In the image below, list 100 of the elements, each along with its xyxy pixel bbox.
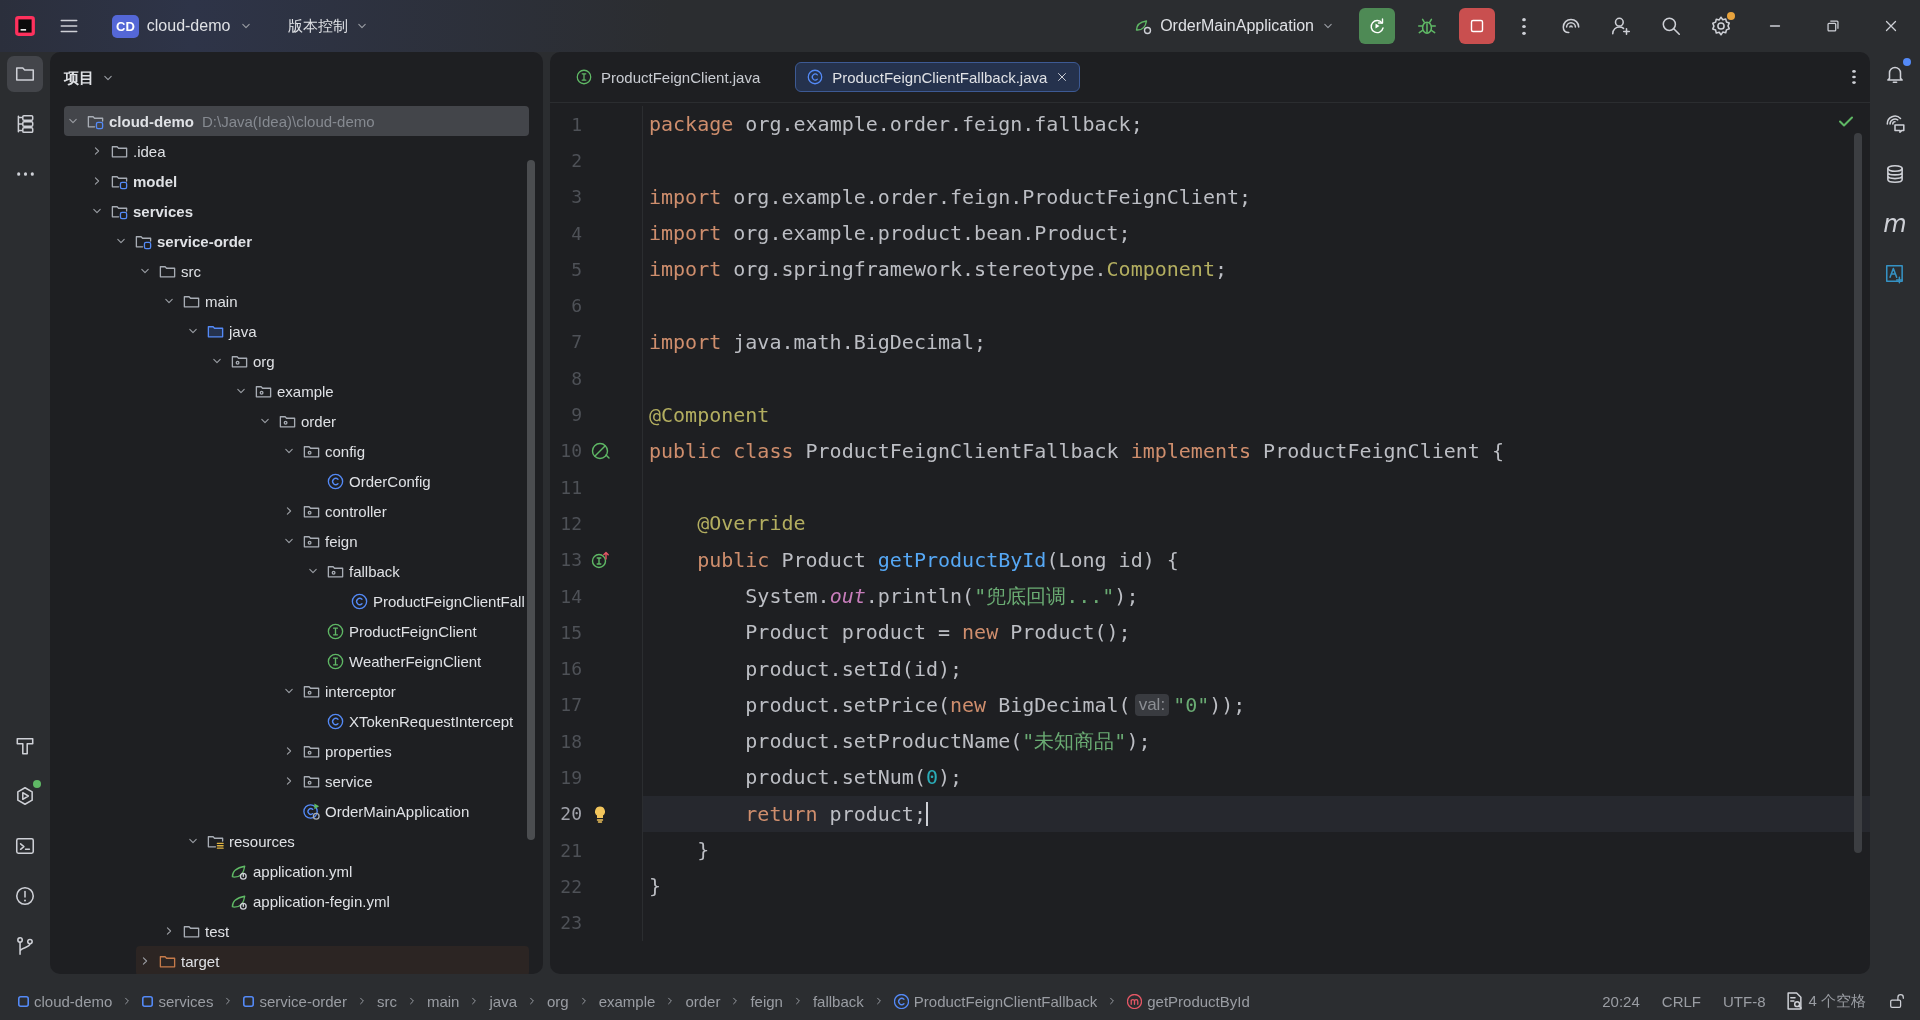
file-encoding[interactable]: UTF-8: [1723, 992, 1766, 1010]
ai-chat-icon[interactable]: [1884, 113, 1906, 135]
tree-item[interactable]: controller: [280, 496, 529, 526]
breadcrumb[interactable]: ProductFeignClientFallback: [893, 992, 1098, 1010]
tree-item[interactable]: main: [160, 286, 529, 316]
code-line: @Override: [696, 511, 806, 536]
caret-position[interactable]: 20:24: [1602, 992, 1640, 1010]
tree-item[interactable]: ProductFeignClientFall: [328, 586, 529, 616]
stop-button[interactable]: [1459, 8, 1495, 44]
breadcrumb[interactable]: main: [426, 992, 460, 1010]
tree-item[interactable]: .idea: [88, 136, 529, 166]
code-line: import org.springframework.stereotype.Component;: [649, 257, 1227, 282]
database-icon[interactable]: [1884, 163, 1906, 185]
hammer-icon: [14, 735, 36, 757]
tree-item[interactable]: cloud-demo D:\Java(Idea)\cloud-demo: [64, 106, 529, 136]
tree-item[interactable]: order: [256, 406, 529, 436]
app-logo-icon[interactable]: [14, 15, 36, 37]
more-icon: [16, 172, 34, 176]
folder-tool-button[interactable]: [7, 56, 43, 92]
method-icon: [1127, 993, 1143, 1009]
path-hint: D:\Java(Idea)\cloud-demo: [202, 112, 375, 130]
line-number: 20: [559, 803, 582, 825]
code-line: }: [649, 874, 662, 899]
breadcrumb[interactable]: services: [142, 992, 214, 1010]
breadcrumb[interactable]: getProductById: [1127, 992, 1250, 1010]
tree-item[interactable]: services: [88, 196, 529, 226]
implemented-icon[interactable]: [590, 440, 610, 461]
tree-item[interactable]: java: [184, 316, 529, 346]
tree-item[interactable]: interceptor: [280, 676, 529, 706]
scrollbar[interactable]: [527, 160, 535, 840]
implementation-icon[interactable]: [590, 549, 610, 570]
breadcrumb[interactable]: org: [547, 992, 569, 1010]
tree-item[interactable]: application-fegin.yml: [208, 886, 529, 916]
tree-item[interactable]: service-order: [112, 226, 529, 256]
code-line: import org.example.order.feign.ProductFeignClient;: [649, 184, 1252, 209]
code-line: package org.example.order.feign.fallback;: [649, 112, 1143, 137]
tree-item[interactable]: org: [208, 346, 529, 376]
tree-item[interactable]: OrderConfig: [304, 466, 529, 496]
editor-tab[interactable]: ProductFeignClientFallback.java: [795, 62, 1081, 92]
tree-item[interactable]: config: [280, 436, 529, 466]
editor-tab[interactable]: ProductFeignClient.java: [564, 62, 772, 92]
breadcrumb[interactable]: java: [489, 992, 517, 1010]
tree-item[interactable]: ProductFeignClient: [304, 616, 529, 646]
maven-tool-button[interactable]: m: [1883, 210, 1907, 238]
vcs-menu[interactable]: 版本控制: [288, 16, 371, 36]
tree-item[interactable]: properties: [280, 736, 529, 766]
branch-icon: [14, 935, 36, 957]
breadcrumb[interactable]: example: [598, 992, 656, 1010]
play-hexagon-icon: [14, 785, 36, 807]
code-line: product.setNum(0);: [744, 765, 963, 790]
breadcrumb[interactable]: order: [685, 992, 721, 1010]
class-icon: [806, 68, 825, 86]
tree-item[interactable]: XTokenRequestIntercept: [304, 706, 529, 736]
indent-setting[interactable]: 4 个空格: [1787, 991, 1866, 1011]
breadcrumb[interactable]: src: [376, 992, 397, 1010]
run-configuration-selector[interactable]: OrderMainApplication: [1134, 16, 1336, 36]
more-icon[interactable]: [1852, 70, 1856, 84]
tree-item[interactable]: application.yml: [208, 856, 529, 886]
inlay-hint: val:: [1134, 693, 1170, 716]
tree-item[interactable]: resources: [184, 826, 529, 856]
tree-item[interactable]: example: [232, 376, 529, 406]
line-separator[interactable]: CRLF: [1661, 992, 1701, 1010]
tree-item[interactable]: src: [136, 256, 529, 286]
code-line: System.out.println("兜底回调...");: [744, 582, 1139, 610]
code-line: import java.math.BigDecimal;: [649, 329, 987, 354]
code-line: }: [696, 838, 710, 863]
settings-icon[interactable]: [1710, 15, 1732, 37]
breadcrumb[interactable]: feign: [750, 992, 783, 1010]
code-line: product.setProductName("未知商品");: [744, 727, 1151, 755]
warning-icon: [14, 885, 36, 907]
code-line: @Component: [649, 402, 770, 427]
interface-icon: [326, 651, 345, 671]
add-user-icon[interactable]: [1610, 15, 1632, 37]
class-icon: [350, 591, 369, 611]
breadcrumb[interactable]: fallback: [812, 992, 864, 1010]
tree-item[interactable]: model: [88, 166, 529, 196]
tree-item[interactable]: test: [160, 916, 529, 946]
tree-item[interactable]: feign: [280, 526, 529, 556]
unlocked-icon[interactable]: [1888, 992, 1906, 1010]
restore-icon[interactable]: [1824, 17, 1842, 35]
search-icon[interactable]: [1660, 15, 1682, 37]
class-icon: [326, 471, 345, 491]
code-line: "0"));: [1173, 692, 1246, 717]
tree-item[interactable]: fallback: [304, 556, 529, 586]
breadcrumb[interactable]: service-order: [243, 992, 347, 1010]
text-cursor: [925, 801, 928, 826]
code-line: public class ProductFeignClientFallback implements ProductFeignClient {: [649, 438, 1504, 463]
rerun-button[interactable]: [1359, 8, 1395, 44]
project-selector[interactable]: CD cloud-demo: [112, 14, 255, 38]
tree-item[interactable]: OrderMainApplication: [280, 796, 529, 826]
translate-icon[interactable]: [1884, 263, 1906, 285]
tree-item[interactable]: target: [136, 946, 529, 974]
more-icon[interactable]: [1522, 17, 1526, 35]
tree-item[interactable]: service: [280, 766, 529, 796]
terminal-icon: [14, 835, 36, 857]
code-line: public Product getProductById(Long id) {: [696, 547, 1179, 572]
main-class-icon: [302, 801, 321, 821]
tree-item[interactable]: WeatherFeignClient: [304, 646, 529, 676]
breadcrumb[interactable]: cloud-demo: [18, 992, 113, 1010]
scrollbar[interactable]: [1854, 133, 1862, 853]
